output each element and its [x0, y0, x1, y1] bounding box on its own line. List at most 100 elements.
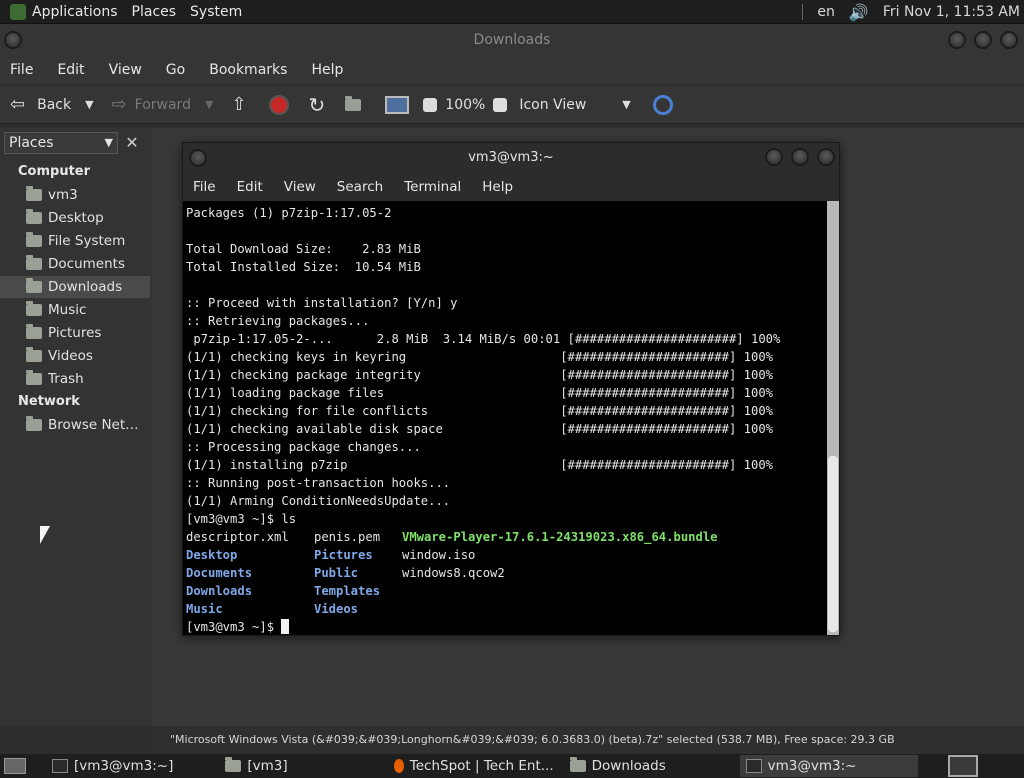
terminal-line: Total Installed Size: 10.54 MiB	[186, 260, 421, 274]
forward-button[interactable]: ⇨ Forward	[112, 94, 191, 115]
computer-icon[interactable]	[385, 95, 410, 114]
show-desktop-icon[interactable]	[4, 758, 26, 774]
sidebar-item-videos[interactable]: Videos	[0, 345, 150, 367]
taskbar-item[interactable]: TechSpot | Tech Ent...	[388, 755, 560, 777]
home-folder-icon	[26, 186, 42, 201]
ls-entry-directory: Music	[186, 602, 223, 616]
ls-entry-directory: Videos	[314, 602, 359, 616]
taskbar-item[interactable]: [vm3]	[219, 755, 293, 777]
taskbar-item-active[interactable]: vm3@vm3:~	[739, 755, 918, 777]
places-selector[interactable]: Places ▼	[4, 132, 118, 154]
ls-entry-directory: Pictures	[314, 548, 373, 562]
ls-output-row: Documents Public windows8.qcow2	[186, 564, 827, 582]
workspace-switcher[interactable]	[947, 755, 978, 777]
zoom-out-icon[interactable]	[423, 97, 438, 112]
terminal-line: (1/1) loading package files [###########…	[186, 386, 773, 400]
zoom-in-icon[interactable]	[493, 97, 508, 112]
menu-edit[interactable]: Edit	[57, 62, 84, 78]
clock[interactable]: Fri Nov 1, 11:53 AM	[883, 4, 1020, 20]
applications-menu[interactable]: Applications	[32, 4, 118, 20]
file-manager-menubar: File Edit View Go Bookmarks Help	[0, 56, 1024, 84]
menu-view[interactable]: View	[109, 62, 142, 78]
menu-bookmarks[interactable]: Bookmarks	[209, 62, 287, 78]
view-mode-select[interactable]: Icon View	[519, 97, 586, 113]
maximize-button[interactable]	[791, 148, 809, 166]
ls-output-row: descriptor.xml penis.pem VMware-Player-17.…	[186, 528, 827, 546]
distro-logo-icon[interactable]	[10, 3, 26, 20]
sidebar-item-browse-network[interactable]: Browse Net…	[0, 414, 150, 436]
mouse-pointer-icon	[40, 526, 50, 544]
terminal-icon	[745, 759, 762, 773]
home-folder-icon[interactable]	[345, 95, 362, 111]
terminal-screen[interactable]: Packages (1) p7zip-1:17.05-2 Total Downl…	[183, 201, 827, 635]
terminal-scrollbar[interactable]	[827, 201, 839, 635]
view-mode-dropdown-icon[interactable]: ▼	[622, 98, 630, 111]
minimize-button[interactable]	[765, 148, 783, 166]
sidebar-item-desktop[interactable]: Desktop	[0, 207, 150, 229]
pictures-folder-icon	[26, 324, 42, 339]
forward-arrow-icon: ⇨	[111, 94, 127, 115]
sidebar-section-computer: Computer	[18, 164, 91, 179]
ls-entry-directory: Templates	[314, 584, 381, 598]
menu-terminal[interactable]: Terminal	[404, 179, 461, 195]
stop-icon[interactable]	[268, 94, 289, 115]
back-history-dropdown-icon[interactable]: ▼	[85, 98, 93, 111]
sidebar-item-vm3[interactable]: vm3	[0, 184, 150, 206]
close-sidebar-icon[interactable]: ✕	[120, 132, 144, 154]
sidebar-item-label: Music	[48, 302, 87, 318]
reload-icon[interactable]: ↻	[309, 93, 326, 117]
sidebar-item-label: Pictures	[48, 325, 102, 341]
sidebar-item-music[interactable]: Music	[0, 299, 150, 321]
taskbar-item-label: [vm3]	[247, 758, 288, 774]
close-button[interactable]	[817, 148, 835, 166]
firefox-icon	[393, 759, 404, 773]
back-button[interactable]: ⇦ Back	[10, 94, 71, 115]
menu-file[interactable]: File	[10, 62, 33, 78]
terminal-window[interactable]: vm3@vm3:~ File Edit View Search Terminal…	[182, 142, 840, 636]
terminal-line: (1/1) checking available disk space [###…	[186, 422, 773, 436]
volume-icon[interactable]: 🔊	[849, 3, 869, 22]
search-icon[interactable]	[652, 94, 673, 115]
tray: en 🔊 Fri Nov 1, 11:53 AM	[802, 0, 1020, 24]
top-panel: Applications Places System en 🔊 Fri Nov …	[0, 0, 1024, 24]
forward-history-dropdown-icon[interactable]: ▼	[205, 98, 213, 111]
sidebar-item-documents[interactable]: Documents	[0, 253, 150, 275]
taskbar-item-label: [vm3@vm3:~]	[74, 758, 174, 774]
menu-go[interactable]: Go	[166, 62, 185, 78]
zoom-level[interactable]: 100%	[445, 97, 485, 113]
terminal-line: (1/1) checking package integrity [######…	[186, 368, 773, 382]
sidebar-item-pictures[interactable]: Pictures	[0, 322, 150, 344]
up-arrow-icon[interactable]: ⇧	[231, 94, 246, 115]
text-cursor	[281, 619, 290, 634]
ls-entry: window.iso	[402, 548, 476, 562]
file-manager-titlebar[interactable]: Downloads	[0, 24, 1024, 56]
sidebar-item-trash[interactable]: Trash	[0, 368, 150, 390]
menu-file[interactable]: File	[193, 179, 216, 195]
status-bar: "Microsoft Windows Vista (&#039;&#039;Lo…	[152, 726, 1024, 754]
menu-view[interactable]: View	[284, 179, 316, 195]
taskbar-item[interactable]: Downloads	[564, 755, 736, 777]
sidebar-item-downloads[interactable]: Downloads	[0, 276, 150, 298]
ls-entry: penis.pem	[314, 530, 381, 544]
window-menu-button[interactable]	[4, 31, 22, 49]
terminal-menubar: File Edit View Search Terminal Help	[183, 173, 839, 201]
window-title: Downloads	[473, 32, 551, 48]
maximize-button[interactable]	[974, 31, 992, 49]
trash-icon	[26, 370, 42, 385]
ls-entry-directory: Desktop	[186, 548, 238, 562]
places-menu[interactable]: Places	[132, 4, 177, 20]
sidebar-item-file-system[interactable]: File System	[0, 230, 150, 252]
shell-prompt: [vm3@vm3 ~]$	[186, 620, 282, 634]
keyboard-layout[interactable]: en	[817, 4, 835, 20]
menu-help[interactable]: Help	[311, 62, 343, 78]
close-button[interactable]	[1000, 31, 1018, 49]
scrollbar-thumb[interactable]	[828, 456, 838, 632]
minimize-button[interactable]	[948, 31, 966, 49]
system-menu[interactable]: System	[190, 4, 242, 20]
sidebar-item-label: Downloads	[48, 279, 123, 295]
prompt-line[interactable]: [vm3@vm3 ~]$	[186, 618, 827, 635]
menu-search[interactable]: Search	[337, 179, 383, 195]
menu-help[interactable]: Help	[482, 179, 513, 195]
menu-edit[interactable]: Edit	[237, 179, 263, 195]
taskbar-item[interactable]: [vm3@vm3:~]	[46, 755, 179, 777]
